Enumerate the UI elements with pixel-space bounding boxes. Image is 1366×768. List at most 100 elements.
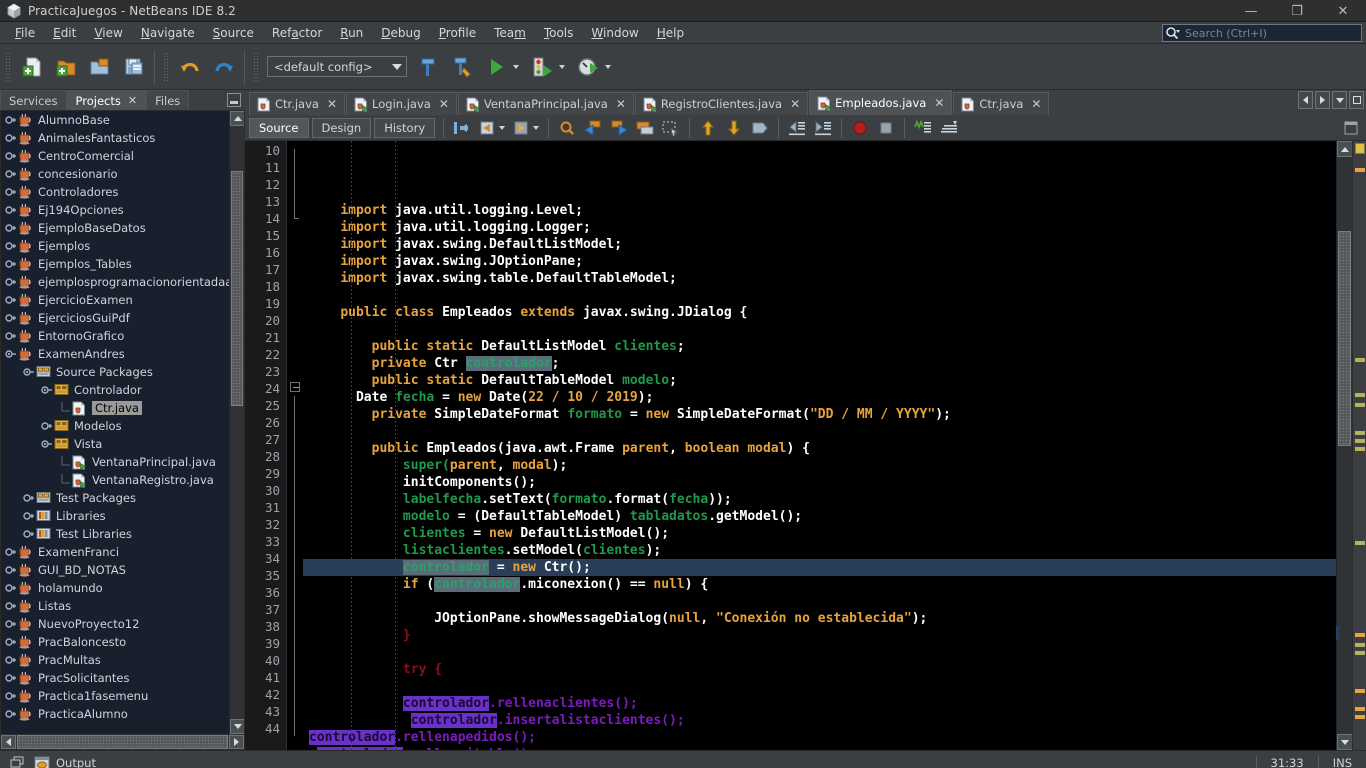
close-icon[interactable]: ✕ (934, 96, 944, 110)
fold-marker[interactable] (287, 583, 303, 600)
left-tab-files[interactable]: Files (146, 90, 190, 110)
editor-view-source-button[interactable]: Source (249, 117, 309, 138)
minimize-button[interactable]: — (1228, 0, 1274, 22)
shift-right-icon[interactable] (811, 117, 835, 139)
run-dropdown-button[interactable] (513, 50, 525, 84)
tree-item[interactable]: EjerciciosGuiPdf (1, 309, 244, 327)
editor-scroll-thumb[interactable] (1338, 231, 1351, 446)
close-button[interactable]: ✕ (1320, 0, 1366, 22)
inspect-hierarchy-icon[interactable] (937, 117, 961, 139)
tree-item[interactable]: Practica1fasemenu (1, 687, 244, 705)
tab-list-icon[interactable] (1332, 91, 1347, 109)
code-line[interactable] (303, 321, 1336, 338)
tree-item[interactable]: Ej194Opciones (1, 201, 244, 219)
menu-source[interactable]: Source (204, 24, 263, 42)
annotation-marker[interactable] (1355, 633, 1365, 637)
redo-button[interactable] (207, 50, 241, 84)
tree-toggle-collapsed[interactable] (5, 636, 17, 648)
code-line[interactable]: controlador.rellenapedidos(); (303, 729, 1336, 746)
tree-toggle-collapsed[interactable] (5, 564, 17, 576)
menu-team[interactable]: Team (485, 24, 535, 42)
code-editor[interactable]: 10 11 12 13 14 15 16 17 18 19 20 21 22 23 24 25 26 27 28 29… (245, 141, 1366, 750)
fold-marker[interactable] (287, 532, 303, 549)
tree-item[interactable]: Test Libraries (1, 525, 244, 543)
close-icon[interactable]: ✕ (616, 97, 626, 111)
build-project-button[interactable] (411, 50, 445, 84)
tree-scroll-up-button[interactable] (230, 111, 244, 126)
scroll-right-icon[interactable] (1315, 91, 1330, 109)
tree-item[interactable]: Vista (1, 435, 244, 453)
annotation-marker[interactable] (1355, 393, 1365, 397)
tree-toggle-collapsed[interactable] (5, 276, 17, 288)
fold-marker[interactable] (287, 328, 303, 345)
save-all-button[interactable] (117, 50, 151, 84)
tree-item[interactable]: EntornoGrafico (1, 327, 244, 345)
new-file-button[interactable] (15, 50, 49, 84)
tree-item[interactable]: concesionario (1, 165, 244, 183)
code-line[interactable] (303, 678, 1336, 695)
tree-toggle-collapsed[interactable] (5, 168, 17, 180)
maximize-icon[interactable] (1349, 91, 1364, 109)
tree-horizontal-scrollbar[interactable] (1, 734, 244, 749)
tree-item[interactable]: AnimalesFantasticos (1, 129, 244, 147)
tree-item[interactable]: Ejemplos_Tables (1, 255, 244, 273)
code-line[interactable]: clientes = new DefaultListModel(); (303, 525, 1336, 542)
new-project-button[interactable] (49, 50, 83, 84)
close-icon[interactable]: ✕ (327, 97, 337, 111)
previous-bookmark-icon[interactable] (696, 117, 720, 139)
tree-item[interactable]: Ejemplos (1, 237, 244, 255)
tree-scroll-down-button[interactable] (230, 719, 244, 734)
tree-toggle-collapsed[interactable] (5, 114, 17, 126)
menu-edit[interactable]: Edit (44, 24, 85, 42)
tree-toggle-collapsed[interactable] (5, 186, 17, 198)
code-line[interactable]: super(parent, modal); (303, 457, 1336, 474)
code-line[interactable]: try { (303, 661, 1336, 678)
editor-vertical-scrollbar[interactable] (1336, 141, 1353, 750)
annotation-marker[interactable] (1355, 168, 1365, 172)
fold-marker[interactable] (287, 464, 303, 481)
annotation-marker[interactable] (1355, 541, 1365, 545)
tree-toggle-collapsed[interactable] (5, 618, 17, 630)
tree-toggle-collapsed[interactable] (5, 132, 17, 144)
scroll-left-icon[interactable] (1298, 91, 1313, 109)
annotation-marker[interactable] (1355, 707, 1365, 711)
tree-item[interactable]: holamundo (1, 579, 244, 597)
close-icon[interactable]: ✕ (439, 97, 449, 111)
tree-item[interactable]: VentanaRegistro.java (1, 471, 244, 489)
profile-project-button[interactable] (571, 50, 605, 84)
code-line[interactable]: private SimpleDateFormat formato = new S… (303, 406, 1336, 423)
tree-toggle-expanded[interactable] (23, 366, 35, 378)
tree-toggle-collapsed[interactable] (5, 708, 17, 720)
search-input[interactable]: Search (Ctrl+I) (1162, 24, 1362, 42)
tree-item[interactable]: Controlador (1, 381, 244, 399)
editor-view-history-button[interactable]: History (374, 117, 436, 138)
fold-marker[interactable] (287, 175, 303, 192)
tree-toggle-collapsed[interactable] (5, 258, 17, 270)
debug-project-button[interactable] (525, 50, 559, 84)
code-line[interactable]: } (303, 627, 1336, 644)
back-icon[interactable] (476, 117, 500, 139)
maximize-button[interactable]: ❐ (1274, 0, 1320, 22)
fold-marker[interactable] (287, 277, 303, 294)
code-line[interactable]: public static DefaultListModel clientes; (303, 338, 1336, 355)
undo-button[interactable] (173, 50, 207, 84)
tree-toggle-collapsed[interactable] (5, 330, 17, 342)
tree-toggle-collapsed[interactable] (5, 690, 17, 702)
menu-run[interactable]: Run (331, 24, 372, 42)
fold-marker[interactable] (287, 141, 303, 158)
run-project-button[interactable] (479, 50, 513, 84)
tree-toggle-collapsed[interactable] (5, 672, 17, 684)
minimize-window-icon[interactable] (227, 93, 241, 107)
tree-scroll-right-button[interactable] (229, 734, 244, 749)
fold-marker[interactable] (287, 260, 303, 277)
editor-tab-ctr-java[interactable]: Ctr.java ✕ (249, 92, 346, 115)
fold-marker[interactable] (287, 413, 303, 430)
annotation-marker[interactable] (1355, 715, 1365, 719)
tree-toggle-expanded[interactable] (41, 438, 53, 450)
next-bookmark-icon[interactable] (722, 117, 746, 139)
code-line[interactable]: public class Empleados extends javax.swi… (303, 304, 1336, 321)
restore-window-icon[interactable] (10, 756, 26, 768)
menu-help[interactable]: Help (648, 24, 693, 42)
menu-profile[interactable]: Profile (430, 24, 485, 42)
code-line[interactable] (303, 287, 1336, 304)
